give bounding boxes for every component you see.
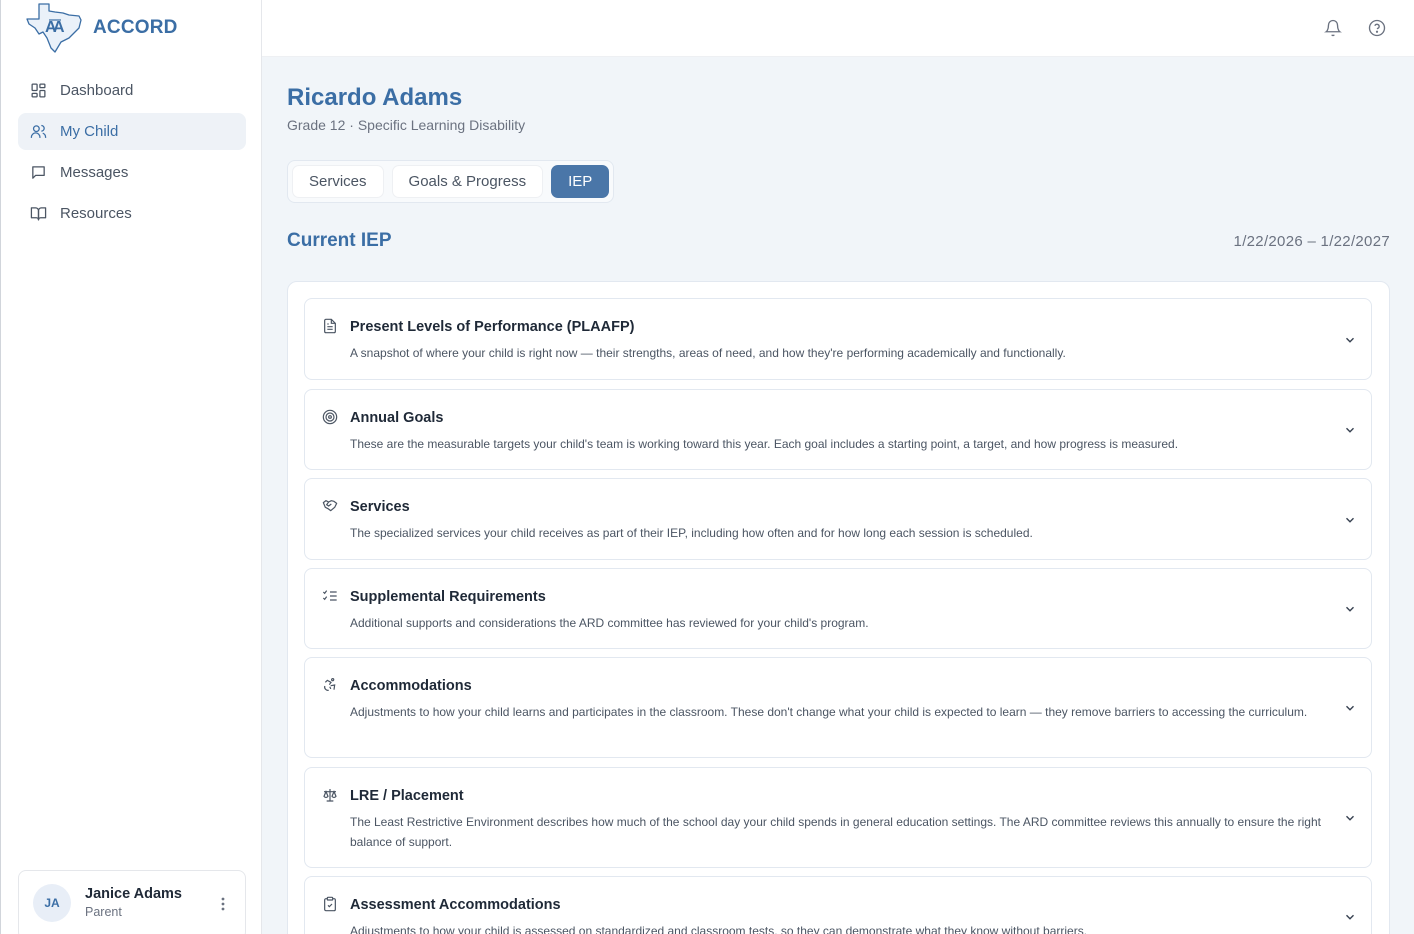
main-content: Ricardo Adams Grade 12 · Specific Learni… xyxy=(262,57,1414,934)
tab-iep[interactable]: IEP xyxy=(551,165,610,198)
accordion-title: Present Levels of Performance (PLAAFP) xyxy=(350,319,635,335)
iep-date-range: 1/22/2026 – 1/22/2027 xyxy=(1233,233,1390,250)
users-icon xyxy=(30,124,47,138)
user-role: Parent xyxy=(85,905,122,919)
sidebar-item-resources[interactable]: Resources xyxy=(18,195,246,232)
accordion-description: The Least Restrictive Environment descri… xyxy=(350,815,1321,849)
scale-icon xyxy=(323,789,337,802)
accessibility-icon xyxy=(324,678,336,691)
tab-bar: Services Goals & Progress IEP xyxy=(287,160,615,203)
chevron-down-icon xyxy=(1346,606,1354,612)
accordion-title: Supplemental Requirements xyxy=(350,589,546,605)
accordion-accommodations[interactable]: Accommodations Adjustments to how your c… xyxy=(304,657,1372,758)
accordion-description: Adjustments to how your child learns and… xyxy=(350,705,1308,719)
chevron-down-icon xyxy=(1346,517,1354,523)
accordion-description: These are the measurable targets your ch… xyxy=(350,437,1179,451)
accordion-title: Assessment Accommodations xyxy=(350,897,561,913)
checklist-icon xyxy=(322,590,337,601)
chevron-down-icon xyxy=(1346,914,1354,920)
brand-name: ACCORD xyxy=(93,17,178,38)
svg-text:A: A xyxy=(53,19,65,36)
target-icon xyxy=(322,409,338,425)
book-icon xyxy=(30,207,47,221)
accordion-plaafp[interactable]: Present Levels of Performance (PLAAFP) A… xyxy=(304,298,1372,380)
accordion-title: Annual Goals xyxy=(350,410,444,426)
sidebar: A A ACCORD Dashboard My Child Messages R… xyxy=(0,0,262,934)
user-name: Janice Adams xyxy=(85,886,182,902)
section-title: Current IEP xyxy=(287,230,392,251)
sidebar-item-label: Dashboard xyxy=(60,82,134,99)
user-card[interactable]: JA Janice Adams Parent xyxy=(18,870,246,934)
accordion-description: Adjustments to how your child is assesse… xyxy=(350,924,1088,934)
student-subtitle: Grade 12 · Specific Learning Disability xyxy=(287,117,526,133)
brand[interactable]: A A ACCORD xyxy=(25,2,178,54)
clipboard-check-icon xyxy=(324,896,336,912)
sidebar-item-dashboard[interactable]: Dashboard xyxy=(18,72,246,109)
sidebar-item-label: Messages xyxy=(60,164,129,181)
sidebar-item-label: My Child xyxy=(60,123,119,140)
message-icon xyxy=(32,166,45,179)
accordion-lre-placement[interactable]: LRE / Placement The Least Restrictive En… xyxy=(304,767,1372,868)
handshake-icon xyxy=(322,500,338,512)
bell-icon[interactable] xyxy=(1324,19,1342,37)
accordion-title: Accommodations xyxy=(350,678,472,694)
accordion-services[interactable]: Services The specialized services your c… xyxy=(304,478,1372,560)
document-icon xyxy=(324,318,336,334)
chevron-down-icon xyxy=(1346,427,1354,433)
accordion-assessment-accommodations[interactable]: Assessment Accommodations Adjustments to… xyxy=(304,876,1372,934)
accordion-title: LRE / Placement xyxy=(350,788,464,804)
sidebar-item-messages[interactable]: Messages xyxy=(18,154,246,191)
user-info: Janice Adams Parent xyxy=(85,886,182,919)
accordion-description: Additional supports and considerations t… xyxy=(350,616,869,630)
accordion-annual-goals[interactable]: Annual Goals These are the measurable ta… xyxy=(304,389,1372,470)
student-name: Ricardo Adams xyxy=(287,84,463,111)
more-options-icon[interactable] xyxy=(217,895,229,913)
tab-goals-progress[interactable]: Goals & Progress xyxy=(391,165,544,198)
iep-sections-panel: Present Levels of Performance (PLAAFP) A… xyxy=(287,281,1390,934)
sidebar-item-label: Resources xyxy=(60,205,132,222)
accordion-description: The specialized services your child rece… xyxy=(350,526,1033,540)
sidebar-nav: Dashboard My Child Messages Resources xyxy=(18,72,246,236)
sidebar-item-my-child[interactable]: My Child xyxy=(18,113,246,150)
avatar: JA xyxy=(33,884,71,922)
dashboard-icon xyxy=(31,83,46,98)
accordion-supplemental-requirements[interactable]: Supplemental Requirements Additional sup… xyxy=(304,568,1372,649)
accordion-title: Services xyxy=(350,499,410,515)
topbar xyxy=(262,0,1414,57)
chevron-down-icon xyxy=(1346,705,1354,711)
accordion-description: A snapshot of where your child is right … xyxy=(350,346,1066,360)
tab-services[interactable]: Services xyxy=(292,165,384,198)
help-icon[interactable] xyxy=(1368,19,1386,37)
chevron-down-icon xyxy=(1346,815,1354,821)
chevron-down-icon xyxy=(1346,337,1354,343)
texas-logo-icon: A A xyxy=(26,3,82,53)
